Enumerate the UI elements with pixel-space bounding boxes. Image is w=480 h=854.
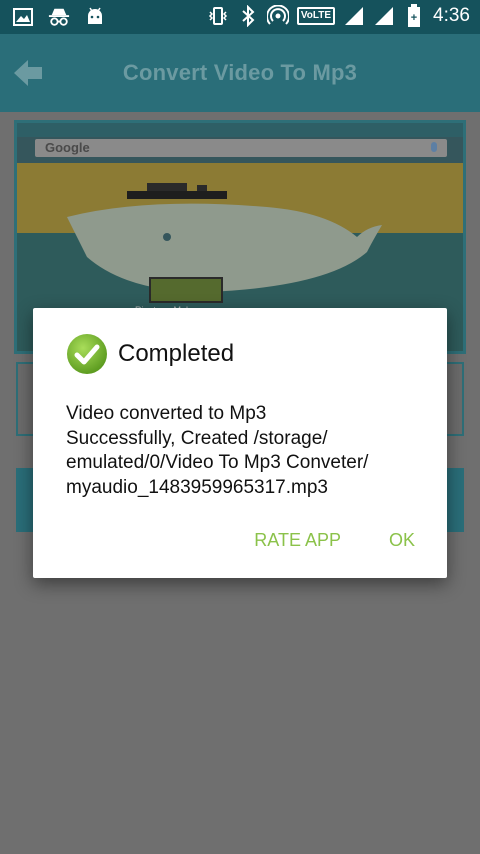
signal-icon-2 bbox=[373, 4, 395, 28]
image-icon bbox=[12, 5, 34, 29]
rate-app-button[interactable]: RATE APP bbox=[254, 530, 341, 551]
signal-icon bbox=[343, 4, 365, 28]
status-bar-notifications bbox=[12, 5, 106, 29]
svg-text:+: + bbox=[411, 12, 417, 24]
mic-icon bbox=[431, 142, 437, 152]
battery-icon: + bbox=[403, 4, 425, 28]
page-title: Convert Video To Mp3 bbox=[122, 60, 358, 85]
dialog-message: Video converted to Mp3 Successfully, Cre… bbox=[66, 402, 426, 500]
hotspot-icon bbox=[266, 4, 289, 28]
dialog-actions: RATE APP OK bbox=[254, 530, 415, 551]
dialog-message-line: emulated/0/Video To Mp3 Conveter/ bbox=[66, 452, 369, 473]
incognito-icon bbox=[48, 5, 70, 29]
whale-illustration bbox=[67, 203, 382, 292]
action-button-edge-right bbox=[444, 468, 464, 532]
preview-app-icon bbox=[149, 277, 223, 303]
volte-icon: VoLTE bbox=[296, 7, 336, 25]
ok-button[interactable]: OK bbox=[389, 530, 415, 551]
vibrate-icon bbox=[207, 4, 229, 28]
completed-dialog: Completed Video converted to Mp3 Success… bbox=[33, 308, 447, 578]
status-time: 4:36 bbox=[433, 5, 470, 26]
android-icon bbox=[84, 5, 106, 29]
preview-status-bar bbox=[17, 123, 463, 137]
bluetooth-icon bbox=[237, 4, 259, 28]
preview-search-bar: Google bbox=[35, 139, 447, 157]
dialog-message-line: Successfully, Created /storage/ bbox=[66, 427, 328, 449]
preview-google-label: Google bbox=[45, 140, 90, 155]
status-bar-system: VoLTE + 4:36 bbox=[207, 4, 470, 28]
check-circle-icon bbox=[66, 333, 108, 375]
dialog-title: Completed bbox=[118, 340, 235, 367]
dialog-message-line: Video converted to Mp3 bbox=[66, 403, 267, 424]
dialog-message-line: myaudio_1483959965317.mp3 bbox=[66, 476, 328, 498]
status-bar: VoLTE + 4:36 bbox=[0, 0, 480, 34]
app-bar: Convert Video To Mp3 bbox=[0, 34, 480, 112]
